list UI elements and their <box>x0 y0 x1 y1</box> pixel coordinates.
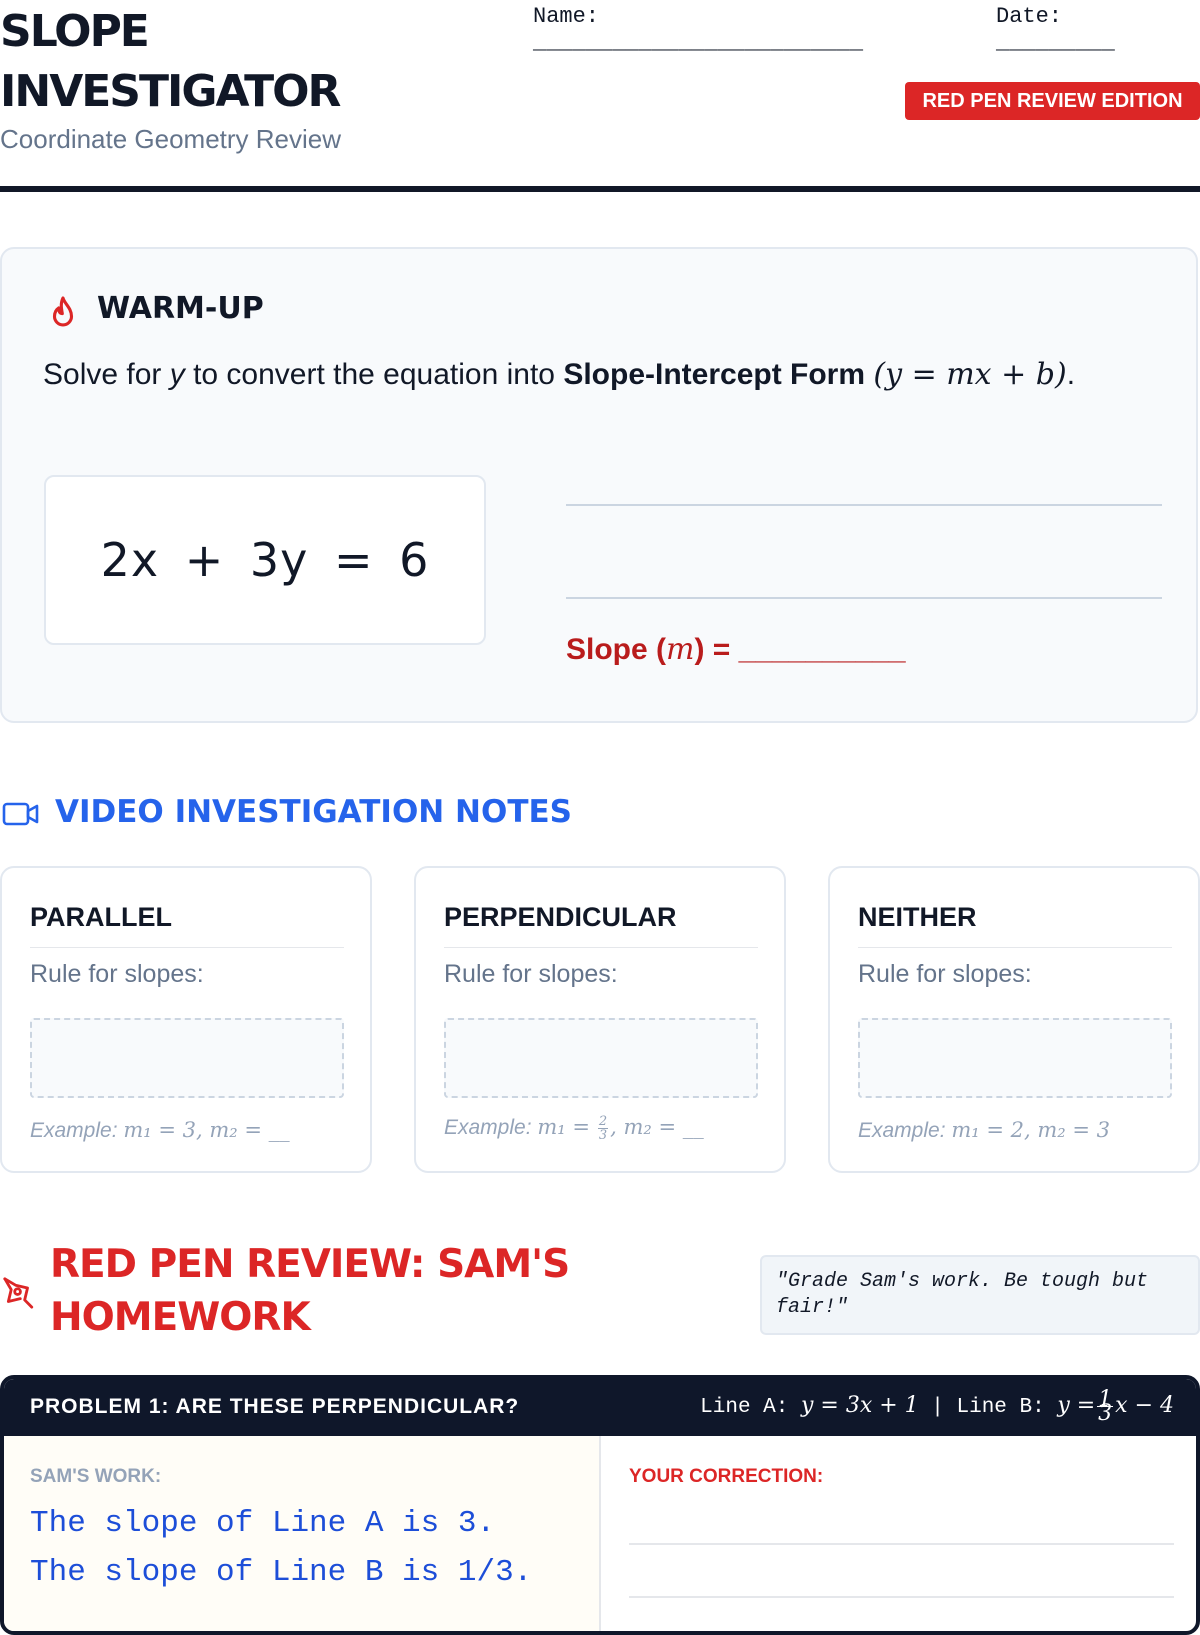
instruction-emphasis: Slope-Intercept Form <box>563 358 866 391</box>
line-b-equation: y = <box>1057 1393 1096 1419</box>
separator: | <box>931 1396 944 1420</box>
rule-input-box[interactable] <box>858 1018 1172 1098</box>
card-example: Example: m₁ = 23, m₂ = __ <box>444 1115 704 1142</box>
work-line: The slope of Line A is 3. <box>30 1506 496 1541</box>
date-field[interactable]: _________ <box>996 30 1115 55</box>
answer-line-2[interactable] <box>566 597 1162 599</box>
example-math: m₁ = 2, m₂ = 3 <box>951 1118 1111 1142</box>
slope-prefix: Slope ( <box>566 633 667 666</box>
card-perpendicular: PERPENDICULAR Rule for slopes: Example: … <box>414 866 786 1173</box>
date-label: Date: <box>996 4 1063 29</box>
card-neither: NEITHER Rule for slopes: Example: m₁ = 2… <box>828 866 1200 1173</box>
card-title: PARALLEL <box>30 902 344 948</box>
video-notes-heading: VIDEO INVESTIGATION NOTES <box>55 794 572 830</box>
edition-badge: RED PEN REVIEW EDITION <box>905 82 1200 120</box>
fraction-denominator: 3 <box>1098 1401 1113 1426</box>
example-label: Example: <box>444 1116 532 1140</box>
slope-blank[interactable]: __________ <box>739 633 906 666</box>
card-example: Example: m₁ = 3, m₂ = __ <box>30 1118 290 1143</box>
line-a-label: Line A: <box>700 1396 789 1420</box>
problem-header: PROBLEM 1: ARE THESE PERPENDICULAR? Line… <box>4 1379 1196 1436</box>
work-label: SAM'S WORK: <box>30 1466 162 1487</box>
slope-var: m <box>666 632 695 667</box>
warmup-instruction: Solve for y to convert the equation into… <box>43 357 1075 392</box>
example-math: m₁ = 3, m₂ = __ <box>123 1118 290 1142</box>
card-rule-label: Rule for slopes: <box>30 960 204 988</box>
rule-input-box[interactable] <box>30 1018 344 1098</box>
problem-1-card: PROBLEM 1: ARE THESE PERPENDICULAR? Line… <box>0 1375 1200 1635</box>
page-subtitle: Coordinate Geometry Review <box>0 124 342 154</box>
card-rule-label: Rule for slopes: <box>858 960 1032 988</box>
header-divider <box>0 186 1200 192</box>
answer-line-1[interactable] <box>566 504 1162 506</box>
fraction-numerator: 2 <box>597 1114 609 1129</box>
fraction-denominator: 3 <box>598 1128 608 1143</box>
title-line-2: INVESTIGATOR <box>0 66 341 117</box>
name-label: Name: <box>533 4 600 29</box>
video-icon <box>2 801 40 832</box>
example-math-post: , m₂ = __ <box>610 1115 704 1140</box>
warmup-section: WARM-UP Solve for y to convert the equat… <box>0 247 1198 723</box>
correction-line-1[interactable] <box>629 1543 1174 1545</box>
card-title: NEITHER <box>858 902 1172 948</box>
instruction-quote: "Grade Sam's work. Be tough but fair!" <box>760 1255 1200 1335</box>
example-fraction: 23 <box>597 1114 609 1143</box>
correction-label: YOUR CORRECTION: <box>629 1466 824 1487</box>
page-title: SLOPE INVESTIGATOR <box>0 2 341 122</box>
title-line-1: SLOPE <box>0 6 150 57</box>
name-field[interactable]: _________________________ <box>533 30 863 55</box>
card-parallel: PARALLEL Rule for slopes: Example: m₁ = … <box>0 866 372 1173</box>
equation-card: 2x + 3y = 6 <box>44 475 486 645</box>
line-b-equation-post: x − 4 <box>1115 1393 1174 1419</box>
line-b-label: Line B: <box>956 1396 1045 1420</box>
rule-input-box[interactable] <box>444 1018 758 1098</box>
pen-icon <box>2 1276 36 1315</box>
card-title: PERPENDICULAR <box>444 902 758 948</box>
example-math: m₁ = <box>537 1115 590 1140</box>
instruction-text-mid: to convert the equation into <box>184 358 564 391</box>
instruction-text: Solve for <box>43 358 170 391</box>
example-label: Example: <box>30 1119 118 1142</box>
work-line: The slope of Line B is 1/3. <box>30 1555 533 1590</box>
slope-answer[interactable]: Slope (m) = __________ <box>566 632 906 667</box>
line-a-equation: y = 3x + 1 <box>800 1393 919 1419</box>
flame-icon <box>46 295 80 340</box>
instruction-var: y <box>169 358 185 391</box>
example-label: Example: <box>858 1119 946 1142</box>
warmup-heading: WARM-UP <box>97 291 264 326</box>
problem-equations: Line A: y = 3x + 1 | Line B: y = 1 3 x − 4 <box>700 1389 1174 1426</box>
problem-title: PROBLEM 1: ARE THESE PERPENDICULAR? <box>30 1395 520 1418</box>
equation-text: 2x + 3y = 6 <box>100 533 430 587</box>
card-example: Example: m₁ = 2, m₂ = 3 <box>858 1118 1110 1143</box>
slope-suffix: ) = <box>694 633 739 666</box>
instruction-end: . <box>1066 358 1076 391</box>
correction-line-2[interactable] <box>629 1596 1174 1598</box>
red-pen-heading: RED PEN REVIEW: SAM'S HOMEWORK <box>50 1242 570 1340</box>
sams-work-panel: SAM'S WORK: The slope of Line A is 3. Th… <box>4 1436 601 1631</box>
line-b-fraction: 13 <box>1097 1389 1114 1426</box>
instruction-formula: (y = mx + b) <box>873 357 1067 392</box>
card-rule-label: Rule for slopes: <box>444 960 618 988</box>
